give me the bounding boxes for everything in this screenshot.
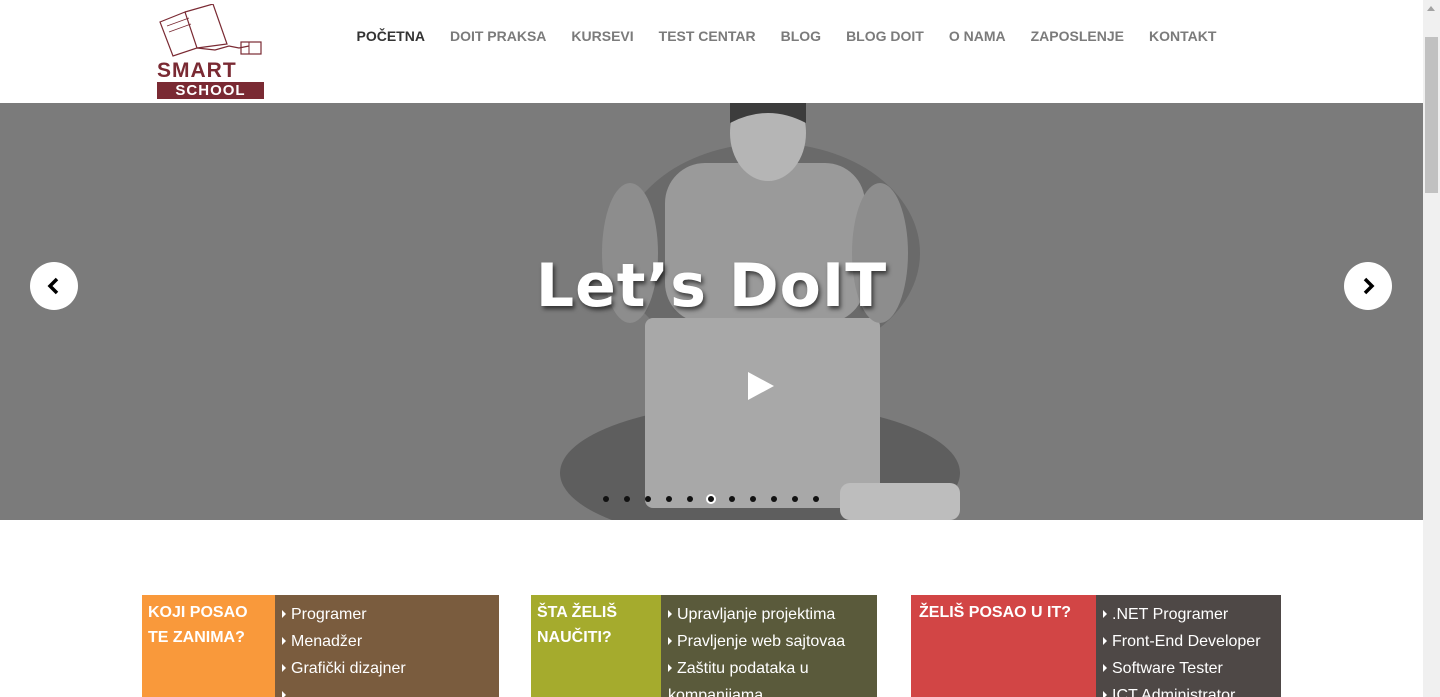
box-it-title-line1: ŽELIŠ POSAO U IT? [919,604,1072,621]
box-learn-title-line2: NAUČITI? [537,629,612,646]
slider-prev-button[interactable] [30,262,78,310]
box-it-job: ŽELIŠ POSAO U IT? .NET Programer Front-E… [911,595,1281,697]
learn-link-project-management[interactable]: Upravljanje projektima [668,601,870,628]
job-link-programer[interactable]: Programer [282,601,492,628]
learn-link-data-protection-cont[interactable]: kompanijama [668,682,870,697]
slider-dot[interactable] [645,496,651,502]
scroll-up-arrow-icon[interactable] [1423,0,1440,17]
nav-item-o-nama[interactable]: O NAMA [936,26,1018,46]
nav-item-blog-doit[interactable]: BLOG DOIT [834,26,937,46]
slider-dot[interactable] [771,496,777,502]
box-learn-title-line1: ŠTA ŽELIŠ [537,604,617,621]
it-link-ict-administrator[interactable]: ICT Administrator [1103,682,1274,697]
hero-slider[interactable]: Let’s DoIT [0,103,1423,520]
slider-next-button[interactable] [1344,262,1392,310]
it-link-front-end-developer[interactable]: Front-End Developer [1103,628,1274,655]
it-link-net-programer[interactable]: .NET Programer [1103,601,1274,628]
box-job-title: KOJI POSAO TE ZANIMA? [142,595,275,697]
logo-text-school: SCHOOL [157,82,264,99]
chevron-left-icon [47,277,59,295]
nav-item-zaposlenje[interactable]: ZAPOSLENJE [1018,26,1136,46]
slider-dot[interactable] [813,496,819,502]
box-job-title-line1: KOJI POSAO [148,604,248,621]
nav-item-pocetna[interactable]: POČETNA [344,26,437,46]
job-link-menadzer[interactable]: Menadžer [282,628,492,655]
nav-item-blog[interactable]: BLOG [768,26,833,46]
slider-dot[interactable] [792,496,798,502]
learn-link-web-sites[interactable]: Pravljenje web sajtovaa [668,628,870,655]
box-job-title-line2: TE ZANIMA? [148,629,245,646]
slider-dot[interactable] [624,496,630,502]
slider-dot[interactable] [687,496,693,502]
slider-dot[interactable] [666,496,672,502]
box-what-to-learn: ŠTA ŽELIŠ NAUČITI? Upravljanje projektim… [531,595,877,697]
hero-title: Let’s DoIT [535,251,888,321]
scrollbar-thumb[interactable] [1425,37,1438,193]
slider-dot[interactable] [603,496,609,502]
vertical-scrollbar[interactable] [1423,0,1440,697]
logo-text-smart: SMART [157,59,237,82]
site-header: SMART SCHOOL POČETNA DOIT PRAKSA KURSEVI… [0,0,1423,103]
chevron-right-icon [1363,277,1375,295]
play-icon[interactable] [748,372,774,400]
box-it-title: ŽELIŠ POSAO U IT? [911,595,1096,697]
box-it-list: .NET Programer Front-End Developer Softw… [1096,595,1281,697]
slider-dot[interactable] [750,496,756,502]
job-link-graficki-dizajner[interactable]: Grafički dizajner [282,655,492,682]
nav-item-kursevi[interactable]: KURSEVI [559,26,646,46]
smart-school-logo[interactable]: SMART SCHOOL [155,4,267,100]
main-navigation: POČETNA DOIT PRAKSA KURSEVI TEST CENTAR … [344,26,1229,46]
slider-pagination [603,494,834,504]
nav-item-test-centar[interactable]: TEST CENTAR [646,26,768,46]
slider-dot[interactable] [729,496,735,502]
it-link-software-tester[interactable]: Software Tester [1103,655,1274,682]
box-job-interest: KOJI POSAO TE ZANIMA? Programer Menadžer… [142,595,499,697]
nav-item-kontakt[interactable]: KONTAKT [1136,26,1228,46]
slider-dot-active[interactable] [706,494,716,504]
learn-link-data-protection[interactable]: Zaštitu podataka u [668,655,870,682]
box-learn-list: Upravljanje projektima Pravljenje web sa… [661,595,877,697]
nav-item-doit-praksa[interactable]: DOIT PRAKSA [437,26,558,46]
book-icon [159,4,262,57]
box-job-list: Programer Menadžer Grafički dizajner ...… [275,595,499,697]
job-link-more[interactable]: ....... [282,682,492,697]
box-learn-title: ŠTA ŽELIŠ NAUČITI? [531,595,661,697]
